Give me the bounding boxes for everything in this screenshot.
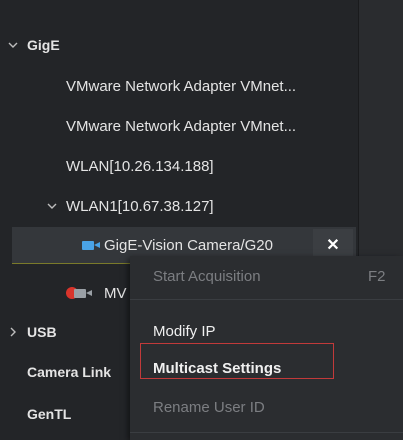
menu-item-shortcut: F2 bbox=[368, 267, 386, 285]
menu-item-label: Rename User ID bbox=[153, 398, 265, 416]
tree-node-label: WLAN1[10.67.38.127] bbox=[66, 197, 214, 215]
context-menu: Start Acquisition F2 Modify IP Multicast… bbox=[130, 256, 403, 440]
camera-icon bbox=[82, 240, 100, 251]
device-label: GigE-Vision Camera/G20 bbox=[104, 236, 273, 254]
menu-item-label: Modify IP bbox=[153, 322, 216, 340]
tree-node-adapter[interactable]: WLAN1[10.67.38.127] bbox=[0, 188, 358, 224]
menu-item-rename-user-id[interactable]: Rename User ID bbox=[130, 389, 403, 425]
tree-node-label: USB bbox=[27, 324, 57, 340]
camera-icon bbox=[74, 288, 92, 299]
chevron-down-icon[interactable] bbox=[6, 38, 20, 52]
chevron-right-icon[interactable] bbox=[6, 325, 20, 339]
tree-node-label: GigE bbox=[27, 37, 60, 53]
tree-node-adapter[interactable]: WLAN[10.26.134.188] bbox=[0, 148, 358, 184]
chevron-down-icon[interactable] bbox=[45, 199, 59, 213]
tree-node-adapter[interactable]: VMware Network Adapter VMnet... bbox=[0, 108, 358, 144]
tree-node-adapter[interactable]: VMware Network Adapter VMnet... bbox=[0, 68, 358, 104]
tree-node-label: GenTL bbox=[27, 406, 72, 422]
tree-node-label: WLAN[10.26.134.188] bbox=[66, 157, 214, 175]
tree-node-gige[interactable]: GigE bbox=[0, 27, 358, 63]
menu-item-label: Start Acquisition bbox=[153, 267, 261, 285]
tree-node-label: VMware Network Adapter VMnet... bbox=[66, 77, 297, 95]
menu-item-start-acquisition[interactable]: Start Acquisition F2 bbox=[130, 258, 403, 294]
device-label: MV bbox=[104, 284, 127, 302]
tree-node-label: Camera Link bbox=[27, 364, 112, 380]
tree-node-label: VMware Network Adapter VMnet... bbox=[66, 117, 297, 135]
highlight-box bbox=[140, 343, 334, 379]
menu-separator bbox=[130, 299, 403, 300]
menu-separator bbox=[130, 432, 403, 433]
